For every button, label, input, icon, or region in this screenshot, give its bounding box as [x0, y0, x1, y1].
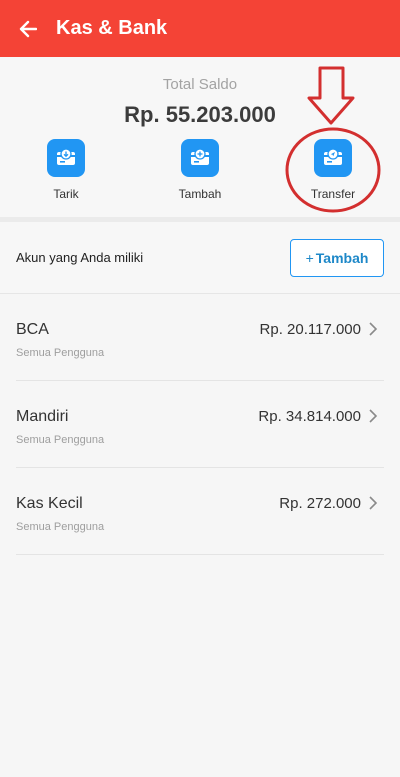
add-money-icon	[181, 139, 219, 177]
add-account-label: Tambah	[315, 250, 369, 266]
account-amount: Rp. 272.000	[279, 495, 361, 512]
add-money-label: Tambah	[178, 187, 222, 201]
withdraw-label: Tarik	[53, 187, 79, 201]
account-subtitle: Semua Pengguna	[16, 521, 105, 533]
add-money-button[interactable]: Tambah	[155, 139, 245, 201]
app-bar: Kas & Bank	[0, 0, 400, 57]
page-title: Kas & Bank	[56, 17, 168, 39]
chevron-right-icon	[369, 496, 378, 510]
withdraw-button[interactable]: Tarik	[21, 139, 111, 201]
chevron-right-icon	[369, 409, 378, 423]
transfer-label: Transfer	[310, 187, 356, 201]
account-name: Mandiri	[16, 408, 69, 425]
account-name: BCA	[16, 321, 49, 338]
plus-icon: +	[305, 250, 314, 266]
total-balance-label: Total Saldo	[162, 76, 238, 93]
total-balance-value: Rp. 55.203.000	[124, 102, 276, 127]
account-amount: Rp. 20.117.000	[259, 321, 361, 338]
account-row[interactable]: BCA Semua Pengguna Rp. 20.117.000	[0, 294, 400, 381]
back-arrow-icon	[19, 20, 37, 37]
back-button[interactable]	[0, 0, 56, 57]
account-amount: Rp. 34.814.000	[258, 408, 361, 425]
chevron-right-icon	[369, 322, 378, 336]
row-divider	[16, 554, 384, 555]
add-account-button[interactable]: + Tambah	[290, 239, 384, 277]
account-row[interactable]: Mandiri Semua Pengguna Rp. 34.814.000	[0, 381, 400, 468]
balance-summary: Total Saldo Rp. 55.203.000 Tarik Tambah	[0, 57, 400, 217]
account-subtitle: Semua Pengguna	[16, 347, 105, 359]
withdraw-icon	[47, 139, 85, 177]
transfer-icon	[314, 139, 352, 177]
accounts-header: Akun yang Anda miliki + Tambah	[0, 222, 400, 294]
account-row[interactable]: Kas Kecil Semua Pengguna Rp. 272.000	[0, 468, 400, 555]
account-name: Kas Kecil	[16, 495, 83, 512]
account-subtitle: Semua Pengguna	[16, 434, 105, 446]
accounts-section-title: Akun yang Anda miliki	[16, 250, 144, 265]
transfer-button[interactable]: Transfer	[288, 139, 378, 201]
